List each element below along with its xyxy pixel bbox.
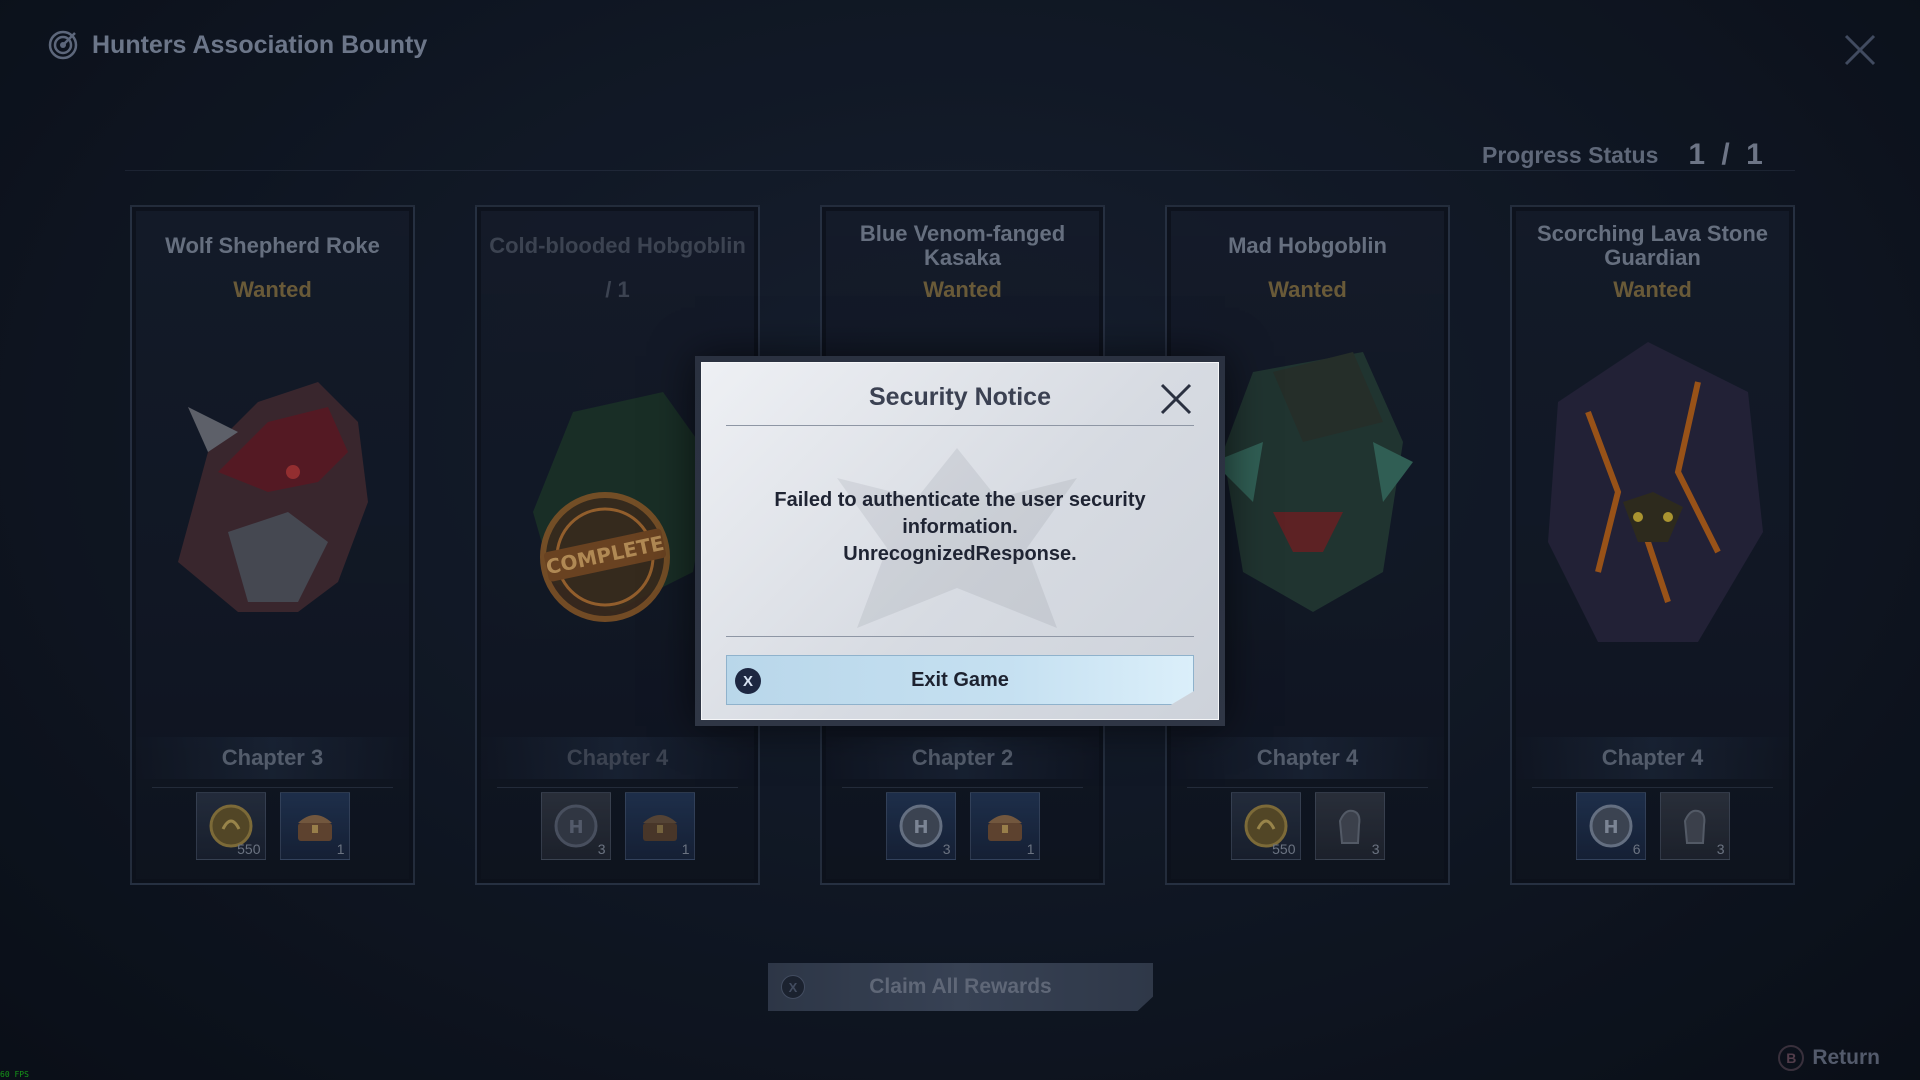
- message-line: information.: [902, 516, 1018, 538]
- message-line: Failed to authenticate the user security: [774, 489, 1146, 511]
- close-icon[interactable]: [1156, 379, 1196, 419]
- security-notice-dialog: Security Notice Failed to authenticate t…: [695, 356, 1225, 726]
- exit-game-label: Exit Game: [911, 668, 1009, 691]
- dialog-message: Failed to authenticate the user security…: [742, 487, 1178, 568]
- dialog-body: Security Notice Failed to authenticate t…: [701, 362, 1219, 720]
- exit-game-button[interactable]: X Exit Game: [726, 655, 1194, 705]
- dialog-divider: [726, 425, 1194, 426]
- message-line: UnrecognizedResponse.: [843, 543, 1077, 565]
- x-button-icon: X: [735, 668, 761, 694]
- dialog-divider: [726, 636, 1194, 637]
- dialog-title: Security Notice: [868, 383, 1051, 411]
